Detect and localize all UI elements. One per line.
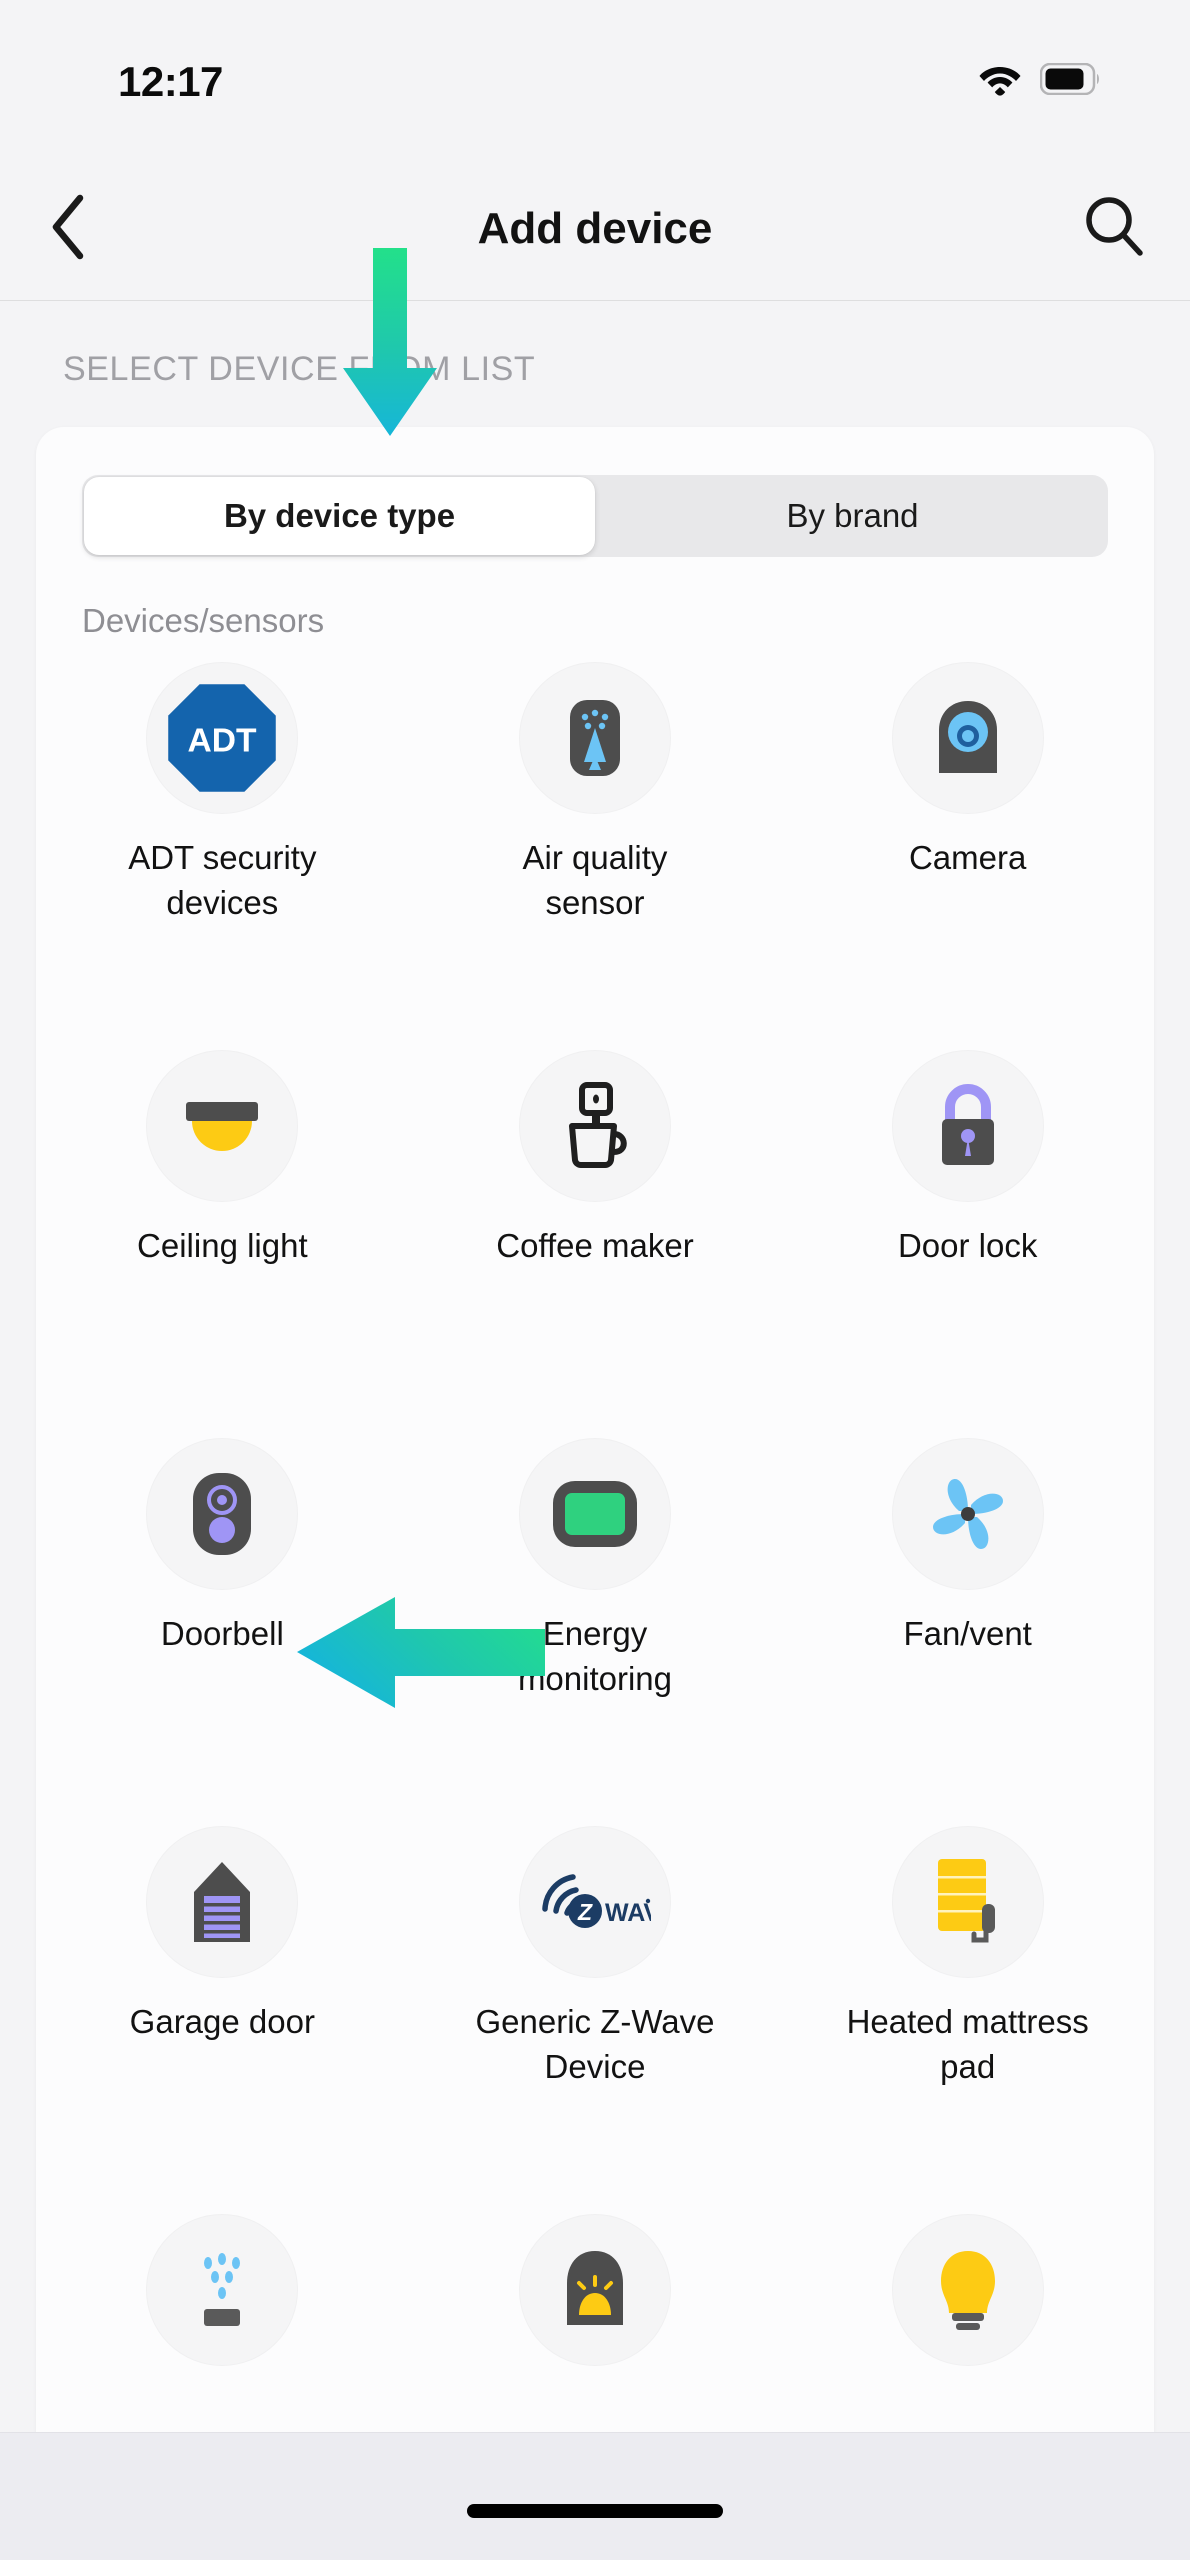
svg-text:WAVE: WAVE — [605, 1899, 651, 1927]
energy-monitoring-icon — [518, 1438, 671, 1590]
camera-icon — [891, 662, 1044, 814]
svg-text:ADT: ADT — [188, 722, 257, 759]
phone-screen: 12:17 Add device SELECT DEVICE FROM LIST… — [0, 0, 1190, 2560]
humidity-sensor-icon — [146, 2214, 299, 2366]
fan-vent-icon — [891, 1438, 1044, 1590]
device-tile-label: Camera — [908, 839, 1027, 876]
filter-segmented-control[interactable]: By device type By brand — [82, 475, 1108, 557]
heated-mattress-pad-icon — [891, 1826, 1044, 1978]
device-tile-door-lock[interactable]: Door lock — [781, 1050, 1154, 1438]
device-tile-label: Air quality sensor — [522, 839, 668, 921]
coffee-maker-icon — [518, 1050, 671, 1202]
device-tile-label: Ceiling light — [137, 1227, 308, 1264]
device-tile-light-bulb[interactable] — [781, 2214, 1154, 2432]
device-tile-label: Heated mattress pad — [846, 2003, 1089, 2085]
device-tile-label: Generic Z-Wave Device — [475, 2003, 715, 2085]
device-tile-label: Door lock — [897, 1227, 1038, 1264]
device-grid: ADT ADT security devices Air quality sen… — [36, 662, 1154, 2432]
section-label: SELECT DEVICE FROM LIST — [63, 350, 536, 388]
home-indicator[interactable] — [467, 2504, 723, 2518]
device-tile-label: Fan/vent — [903, 1615, 1032, 1652]
device-tile-generic-z-wave-device[interactable]: Z WAVE Generic Z-Wave Device — [409, 1826, 782, 2214]
svg-text:Z: Z — [577, 1899, 593, 1925]
device-tile-energy-monitoring[interactable]: Energy monitoring — [409, 1438, 782, 1826]
tab-by-brand[interactable]: By brand — [597, 475, 1108, 557]
devices-sensors-label: Devices/sensors — [82, 602, 325, 639]
device-tile-ceiling-light[interactable]: Ceiling light — [36, 1050, 409, 1438]
search-icon — [1081, 194, 1147, 265]
ceiling-light-icon — [146, 1050, 299, 1202]
device-tile-fan-vent[interactable]: Fan/vent — [781, 1438, 1154, 1826]
status-bar: 12:17 — [0, 0, 1190, 158]
battery-icon — [1040, 63, 1102, 95]
device-tile-heated-mattress-pad[interactable]: Heated mattress pad — [781, 1826, 1154, 2214]
device-tile-humidity-sensor[interactable] — [36, 2214, 409, 2432]
device-tile-coffee-maker[interactable]: Coffee maker — [409, 1050, 782, 1438]
device-tile-label: Doorbell — [160, 1615, 284, 1652]
device-tile-air-quality-sensor[interactable]: Air quality sensor — [409, 662, 782, 1050]
device-tile-label: Garage door — [129, 2003, 315, 2040]
search-button[interactable] — [1078, 193, 1150, 265]
device-tile-label: Coffee maker — [496, 1227, 694, 1264]
adt-logo-icon: ADT — [146, 662, 299, 814]
zwave-logo-icon: Z WAVE — [518, 1826, 671, 1978]
content-area: SELECT DEVICE FROM LIST By device type B… — [0, 302, 1190, 2432]
light-sensor-icon — [518, 2214, 671, 2366]
device-tile-adt-security-devices[interactable]: ADT ADT security devices — [36, 662, 409, 1050]
device-tile-garage-door[interactable]: Garage door — [36, 1826, 409, 2214]
device-tile-label: ADT security devices — [128, 839, 317, 921]
device-tile-light-sensor[interactable] — [409, 2214, 782, 2432]
light-bulb-icon — [891, 2214, 1044, 2366]
status-indicators — [978, 62, 1102, 96]
door-lock-icon — [891, 1050, 1044, 1202]
status-time: 12:17 — [118, 58, 223, 105]
home-bar-area — [0, 2432, 1190, 2560]
tab-by-device-type[interactable]: By device type — [84, 477, 595, 555]
doorbell-icon — [146, 1438, 299, 1590]
air-quality-sensor-icon — [518, 662, 671, 814]
wifi-icon — [978, 62, 1022, 96]
device-tile-doorbell[interactable]: Doorbell — [36, 1438, 409, 1826]
nav-bar: Add device — [0, 158, 1190, 301]
device-tile-camera[interactable]: Camera — [781, 662, 1154, 1050]
device-tile-label: Energy monitoring — [517, 1615, 673, 1697]
garage-door-icon — [146, 1826, 299, 1978]
device-list-card: By device type By brand Devices/sensors … — [36, 427, 1154, 2432]
page-title: Add device — [477, 204, 713, 253]
